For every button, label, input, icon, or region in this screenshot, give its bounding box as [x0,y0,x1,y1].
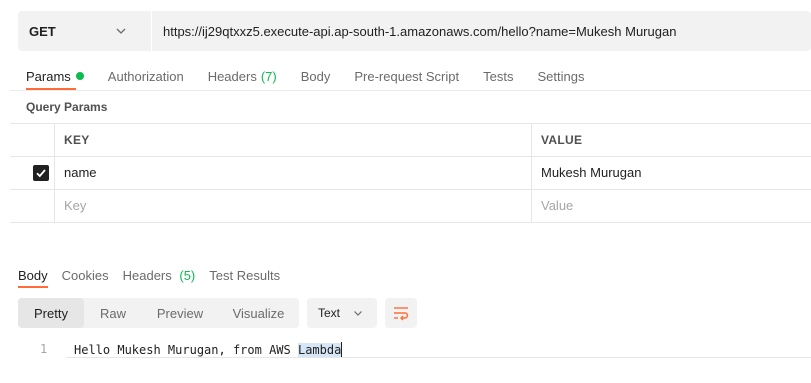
method-label: GET [29,23,56,39]
tab-pre-request-script[interactable]: Pre-request Script [354,69,459,84]
column-header-value: VALUE [541,133,583,147]
format-select-label: Text [318,306,341,320]
tab-body[interactable]: Body [301,69,331,84]
table-border-top [10,123,811,124]
table-border-row [10,189,811,190]
param-enabled-checkbox[interactable] [33,165,49,181]
query-params-title: Query Params [26,100,108,114]
response-tab-body-label: Body [18,267,48,283]
response-tab-body[interactable]: Body [18,268,48,283]
line-number: 1 [40,342,48,356]
chevron-down-icon [354,311,362,316]
response-body-text[interactable]: Hello Mukesh Murugan, from AWS Lambda [74,342,343,357]
tab-body-label: Body [300,68,331,84]
headers-count: (7) [260,68,277,84]
params-active-dot [75,72,84,80]
tabs-divider [10,90,811,91]
tab-settings-label: Settings [537,68,585,84]
view-visualize-button[interactable]: Visualize [218,298,299,328]
text-cursor [341,342,343,357]
tab-headers[interactable]: Headers (7) [208,69,277,84]
tab-authorization-label: Authorization [107,68,184,84]
method-select[interactable]: GET [18,11,133,51]
wrap-lines-button[interactable] [385,298,417,328]
url-input[interactable]: https://ij29qtxxz5.execute-api.ap-south-… [163,11,676,51]
response-tabs: Body Cookies Headers (5) Test Results [18,265,294,285]
selected-text: Lambda [297,343,342,357]
table-col-divider-value [531,123,532,222]
view-raw-button[interactable]: Raw [84,298,142,328]
response-headers-count: (5) [179,267,196,283]
tab-tests-label: Tests [483,68,514,84]
tab-params[interactable]: Params [26,69,84,84]
param-value-input[interactable]: Mukesh Murugan [541,165,641,180]
column-header-key: KEY [64,133,90,147]
view-mode-toggle: Pretty Raw Preview Visualize [18,298,299,328]
param-key-input[interactable]: name [64,165,97,180]
tab-headers-label: Headers [207,68,257,84]
tab-settings[interactable]: Settings [537,69,584,84]
new-param-value-input[interactable]: Value [541,198,573,213]
method-divider [151,11,152,51]
tab-authorization[interactable]: Authorization [108,69,184,84]
tab-params-label: Params [26,68,71,84]
response-active-tab-underline [18,286,48,288]
view-pretty-button[interactable]: Pretty [18,298,84,328]
response-tab-test-results[interactable]: Test Results [209,268,280,283]
request-tabs: Params Authorization Headers (7) Body Pr… [26,66,608,86]
response-tab-cookies-label: Cookies [61,267,109,283]
check-icon [36,169,46,178]
table-border-bottom [10,222,811,223]
response-tab-test-results-label: Test Results [209,267,281,283]
request-bar: GET https://ij29qtxxz5.execute-api.ap-so… [18,11,811,51]
table-col-divider-check [54,123,55,222]
response-tab-headers-label: Headers [122,267,172,283]
new-param-key-input[interactable]: Key [64,198,86,213]
table-border-header [10,156,811,157]
tab-tests[interactable]: Tests [483,69,513,84]
response-tab-cookies[interactable]: Cookies [62,268,109,283]
response-line-divider [66,357,811,358]
tab-pre-request-script-label: Pre-request Script [354,68,460,84]
wrap-lines-icon [394,307,409,321]
response-text: Hello Mukesh Murugan, from AWS [74,343,298,357]
format-select[interactable]: Text [307,298,377,328]
response-tab-headers[interactable]: Headers (5) [123,268,196,283]
view-preview-button[interactable]: Preview [142,298,218,328]
chevron-down-icon [116,28,126,34]
